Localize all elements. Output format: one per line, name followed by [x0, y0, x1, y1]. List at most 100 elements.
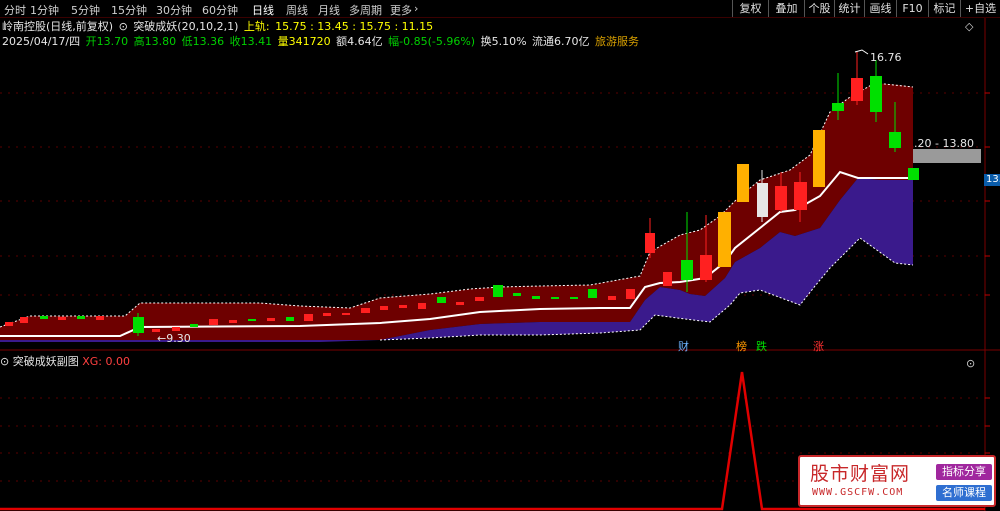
overlay-button[interactable]: 叠加: [768, 0, 804, 17]
candle: [96, 316, 104, 320]
marker-fall[interactable]: 跌: [756, 340, 767, 353]
candle: [608, 296, 616, 300]
marker-finance[interactable]: 财: [678, 340, 689, 353]
candle: [456, 302, 464, 305]
tab-more[interactable]: 更多: [390, 2, 412, 18]
candle: [475, 297, 484, 301]
candle: [286, 317, 294, 321]
candle: [737, 164, 749, 202]
tab-1min[interactable]: 1分钟: [30, 2, 59, 18]
candle: [40, 316, 48, 319]
draw-button[interactable]: 画线: [864, 0, 896, 17]
watermark-title: 股市财富网: [810, 463, 911, 485]
candle: [513, 293, 521, 296]
candle: [908, 168, 919, 180]
tab-15min[interactable]: 15分钟: [111, 2, 147, 18]
low-value: 低13.36: [181, 35, 225, 48]
change-value: 幅-0.85(-5.96%): [388, 35, 476, 48]
tab-30min[interactable]: 30分钟: [156, 2, 192, 18]
tab-weekly[interactable]: 周线: [286, 2, 308, 18]
candle: [588, 289, 597, 298]
candle: [5, 322, 13, 326]
tab-monthly[interactable]: 月线: [318, 2, 340, 18]
candle: [304, 314, 313, 321]
tab-5min[interactable]: 5分钟: [71, 2, 100, 18]
sub-panel-title[interactable]: 突破成妖副图: [13, 355, 79, 368]
watermark-url: WWW.GSCFW.COM: [812, 487, 904, 498]
indicator-info-line: 岭南控股(日线,前复权) ⊙ 突破成妖(20,10,2,1) 上轨: 15.75…: [2, 20, 435, 33]
float-value: 流通6.70亿: [532, 35, 590, 48]
candle: [77, 316, 85, 319]
watermark-tag-course: 名师课程: [936, 485, 992, 501]
candle: [870, 76, 882, 112]
candle: [323, 313, 331, 316]
indicator-expand-icon[interactable]: ⊙: [119, 20, 128, 33]
candle: [851, 78, 863, 101]
candle: [399, 305, 407, 308]
sub-panel-header: ⊙ 突破成妖副图 XG: 0.00: [0, 353, 130, 369]
price-info-line: 2025/04/17/四 开13.70 高13.80 低13.36 收13.41…: [2, 35, 641, 48]
candle: [418, 303, 426, 309]
marker-rank[interactable]: 榜: [736, 340, 747, 353]
tab-60min[interactable]: 60分钟: [202, 2, 238, 18]
f10-button[interactable]: F10: [896, 0, 928, 17]
amount-value: 额4.64亿: [336, 35, 383, 48]
candle: [813, 130, 825, 187]
candle: [58, 317, 66, 320]
tab-multi-period[interactable]: 多周期: [349, 2, 382, 18]
candle: [361, 308, 370, 313]
high-value: 高13.80: [133, 35, 177, 48]
candle: [889, 132, 901, 148]
diamond-icon[interactable]: ◇: [965, 20, 973, 33]
current-price-tag: 13.1: [984, 174, 1000, 186]
candle: [267, 318, 275, 321]
candle: [493, 285, 503, 297]
open-value: 开13.70: [85, 35, 129, 48]
turnover-value: 换5.10%: [480, 35, 527, 48]
stock-title: 岭南控股(日线,前复权): [2, 20, 114, 33]
candle: [570, 297, 578, 299]
upper-band: [0, 83, 913, 340]
stats-button[interactable]: 统计: [834, 0, 864, 17]
candle: [551, 297, 559, 299]
candle: [133, 317, 144, 333]
candle: [775, 186, 787, 210]
settings-circle-icon[interactable]: ⊙: [966, 357, 975, 370]
candle: [437, 297, 446, 303]
fuquan-button[interactable]: 复权: [732, 0, 768, 17]
tab-daily[interactable]: 日线: [252, 2, 274, 18]
sector-value[interactable]: 旅游服务: [595, 35, 639, 48]
price-range-bar: [913, 149, 981, 163]
watermark-logo: 股市财富网 WWW.GSCFW.COM 指标分享 名师课程: [798, 455, 996, 507]
candle: [209, 319, 218, 325]
range-label: .20 - 13.80: [914, 137, 974, 150]
candle: [20, 317, 28, 323]
date-value: 2025/04/17/四: [2, 35, 81, 48]
candle: [757, 183, 768, 217]
candle: [663, 272, 672, 286]
candle: [342, 313, 350, 315]
toolbar: 分时 1分钟 5分钟 15分钟 30分钟 60分钟 日线 周线 月线 多周期 更…: [0, 0, 1000, 18]
candle: [700, 255, 712, 280]
axis-ticks: [985, 92, 990, 482]
more-arrow-icon[interactable]: ›: [414, 2, 418, 15]
low-price-label: ←9.30: [157, 332, 191, 345]
sub-panel-expand-icon[interactable]: ⊙: [0, 355, 9, 368]
candle: [229, 320, 237, 323]
marker-rise[interactable]: 涨: [813, 340, 824, 353]
volume-value: 量341720: [277, 35, 331, 48]
indicator-name[interactable]: 突破成妖(20,10,2,1): [133, 20, 238, 33]
mark-button[interactable]: 标记: [928, 0, 960, 17]
candle: [794, 182, 807, 210]
candle: [832, 103, 844, 111]
close-value: 收13.41: [229, 35, 273, 48]
candle: [681, 260, 693, 280]
xg-value: XG: 0.00: [82, 355, 130, 368]
upper-label: 上轨:: [243, 20, 270, 33]
candle: [532, 296, 540, 299]
candle: [645, 233, 655, 253]
add-favorite-button[interactable]: +自选: [960, 0, 1000, 17]
stock-button[interactable]: 个股: [804, 0, 834, 17]
tab-fenshi[interactable]: 分时: [4, 2, 26, 18]
stock-chart-window: 分时 1分钟 5分钟 15分钟 30分钟 60分钟 日线 周线 月线 多周期 更…: [0, 0, 1000, 511]
